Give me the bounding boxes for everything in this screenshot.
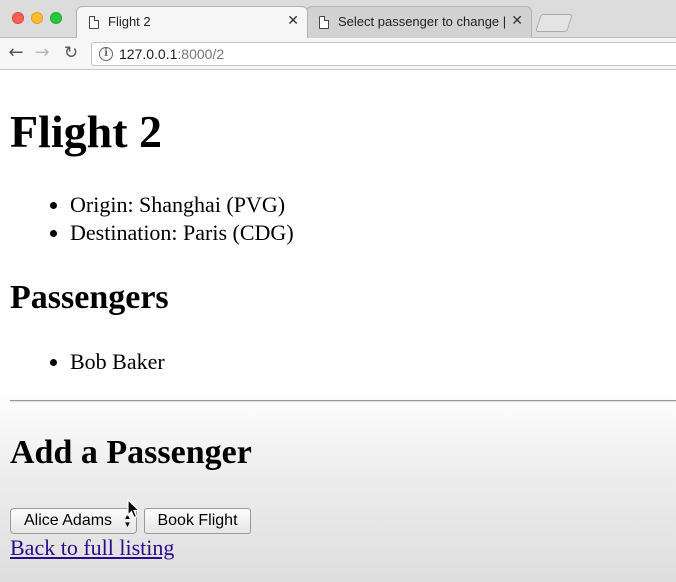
browser-tab-flight-2[interactable]: Flight 2 ✕ (76, 6, 308, 38)
passengers-heading: Passengers (10, 279, 169, 316)
flight-details-list: Origin: Shanghai (PVG) Destination: Pari… (0, 191, 294, 247)
document-icon (89, 16, 99, 29)
tab-close-icon[interactable]: ✕ (511, 13, 523, 29)
url-text[interactable]: 127.0.0.1:8000/2 (119, 46, 224, 62)
passenger-select-value: Alice Adams (24, 512, 113, 529)
mouse-cursor-icon (127, 499, 141, 519)
window-zoom-button[interactable] (50, 12, 62, 24)
passenger-select[interactable]: Alice Adams ▲ ▼ (10, 508, 137, 534)
tab-title: Select passenger to change | D (338, 14, 506, 29)
url-host: 127.0.0.1 (119, 46, 178, 62)
browser-tab-bar: Flight 2 ✕ Select passenger to change | … (0, 0, 676, 38)
page-content: Flight 2 Origin: Shanghai (PVG) Destinat… (0, 71, 676, 582)
passenger-item: Bob Baker (70, 348, 165, 376)
reload-icon[interactable]: ↻ (60, 42, 82, 64)
url-path: :8000/2 (177, 46, 225, 62)
book-flight-button[interactable]: Book Flight (144, 508, 251, 534)
browser-toolbar: ← → ↻ i 127.0.0.1:8000/2 (0, 38, 676, 70)
flight-origin: Origin: Shanghai (PVG) (70, 191, 294, 219)
window-close-button[interactable] (12, 12, 24, 24)
back-arrow-icon[interactable]: ← (5, 42, 27, 64)
document-icon (319, 16, 329, 29)
address-bar[interactable]: i 127.0.0.1:8000/2 (91, 42, 676, 66)
new-tab-button[interactable] (535, 14, 573, 32)
flight-destination: Destination: Paris (CDG) (70, 219, 294, 247)
info-icon[interactable]: i (99, 47, 113, 61)
back-to-listing-link[interactable]: Back to full listing (10, 534, 174, 562)
passengers-list: Bob Baker (0, 348, 165, 376)
page-title: Flight 2 (10, 106, 163, 157)
browser-tab-select-passenger[interactable]: Select passenger to change | D ✕ (306, 6, 532, 38)
tab-title: Flight 2 (108, 14, 151, 29)
tab-close-icon[interactable]: ✕ (287, 13, 299, 29)
add-passenger-heading: Add a Passenger (10, 434, 252, 471)
forward-arrow-icon[interactable]: → (31, 42, 53, 64)
divider (10, 400, 676, 402)
window-minimize-button[interactable] (31, 12, 43, 24)
